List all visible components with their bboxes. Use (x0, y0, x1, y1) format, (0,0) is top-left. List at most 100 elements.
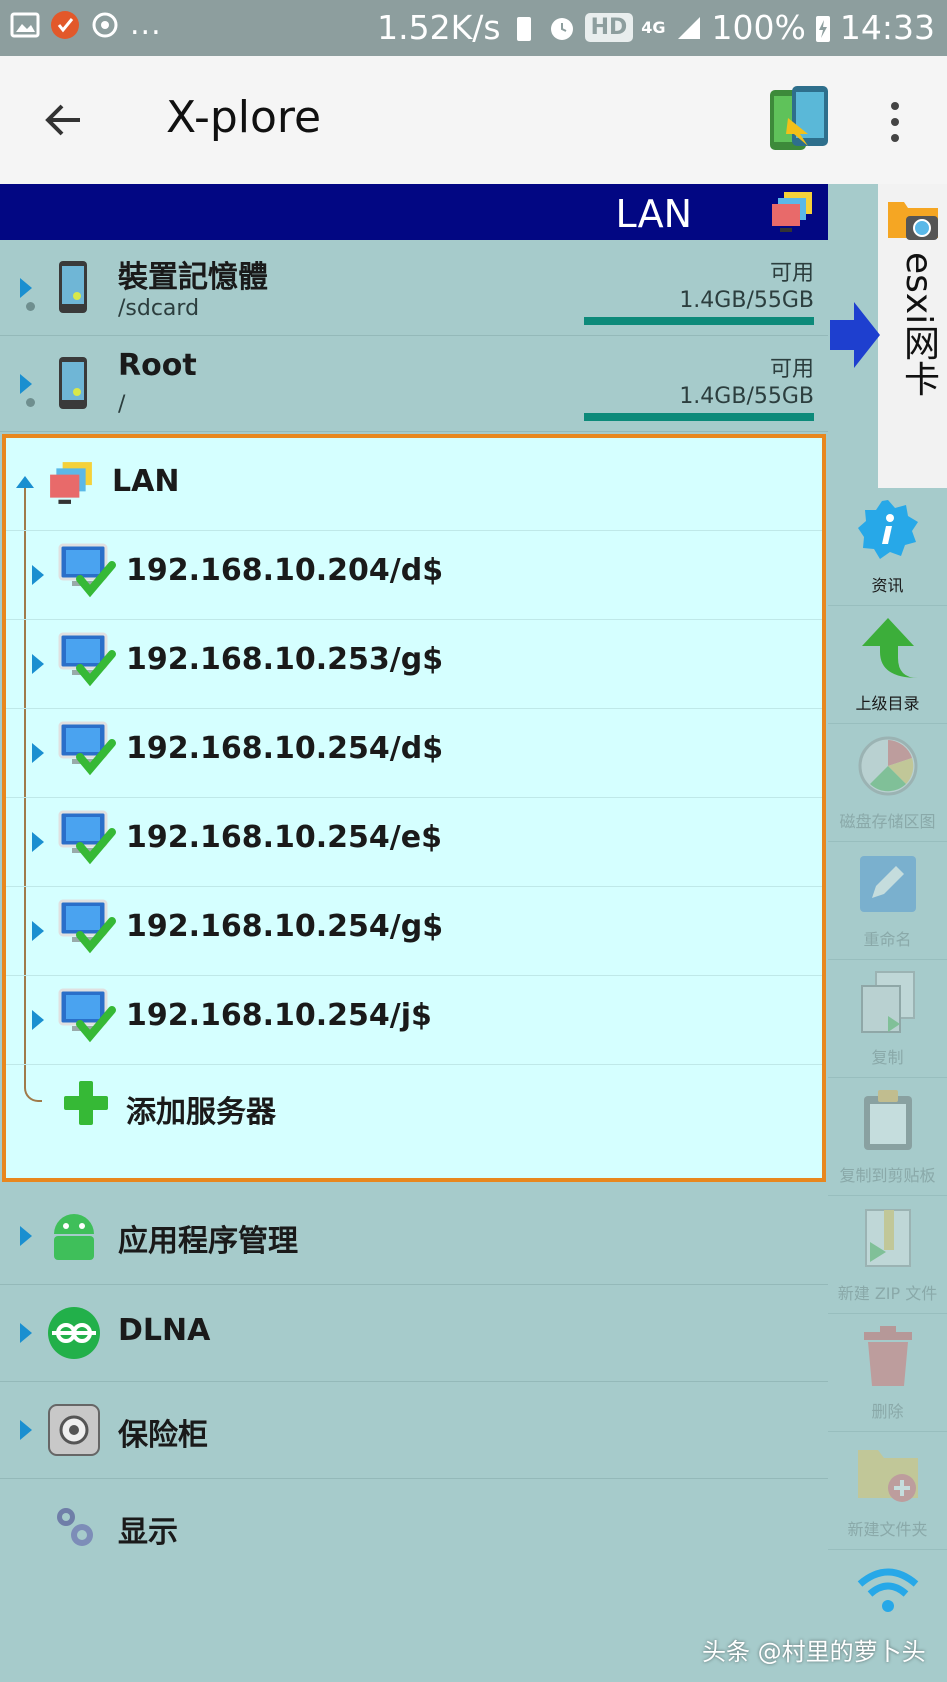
info-label: 资讯 (871, 576, 904, 595)
android-icon (54, 1214, 94, 1260)
expand-arrow-icon[interactable] (32, 832, 44, 852)
app-bar: X-plore (0, 56, 947, 184)
clipboard-icon (864, 1090, 912, 1150)
trash-icon (864, 1326, 912, 1386)
server-row[interactable]: 192.168.10.254/d$ (6, 709, 822, 798)
vault-item[interactable]: 保险柜 (0, 1382, 828, 1479)
network-computer-icon (58, 810, 116, 865)
network-speed: 1.52K/s (377, 8, 501, 47)
network-computer-icon (58, 632, 116, 687)
rename-label: 重命名 (863, 930, 912, 949)
lan-icon (50, 462, 92, 504)
app-manager-label: 应用程序管理 (118, 1224, 298, 1259)
expand-arrow-icon[interactable] (20, 374, 32, 394)
rename-icon (860, 856, 916, 912)
pane-switch-arrow-icon[interactable] (830, 300, 880, 370)
display-label: 显示 (118, 1515, 178, 1550)
server-row[interactable]: 192.168.10.204/d$ (6, 531, 822, 620)
expand-arrow-icon[interactable] (32, 565, 44, 585)
add-icon (64, 1081, 108, 1125)
new-folder-icon (858, 1450, 918, 1502)
rename-button[interactable]: 重命名 (828, 842, 947, 960)
delete-label: 删除 (871, 1402, 904, 1421)
phone-storage-icon (59, 261, 87, 313)
available-label: 可用 (769, 261, 814, 286)
second-pane-tab[interactable]: esxi网卡 (878, 184, 947, 488)
expand-arrow-icon[interactable] (32, 743, 44, 763)
server-row[interactable]: 192.168.10.254/j$ (6, 976, 822, 1065)
lan-icon (772, 192, 812, 232)
info-button[interactable]: 资讯 (828, 488, 947, 606)
disk-map-button[interactable]: 磁盘存储区图 (828, 724, 947, 842)
watermark: 头条 @村里的萝卜头 (702, 1638, 926, 1666)
phone-storage-icon (59, 357, 87, 409)
storage-name: 裝置記憶體 (118, 260, 268, 295)
add-server-label: 添加服务器 (126, 1095, 276, 1130)
copy-button[interactable]: 复制 (828, 960, 947, 1078)
expand-arrow-icon[interactable] (20, 1323, 32, 1343)
disk-map-icon (858, 736, 918, 796)
server-path: 192.168.10.253/g$ (126, 642, 444, 677)
dlna-icon (48, 1307, 100, 1359)
new-zip-button[interactable]: 新建 ZIP 文件 (828, 1196, 947, 1314)
network-computer-icon (58, 988, 116, 1043)
network-type: 4G (641, 18, 666, 37)
safe-icon (48, 1404, 100, 1456)
status-bar: ... 1.52K/s HD 4G 100% 14:33 (0, 0, 947, 56)
storage-available: 可用 1.4GB/55GB (679, 356, 814, 410)
folder-camera-icon (888, 202, 938, 240)
storage-name: Root (118, 348, 197, 383)
delete-button[interactable]: 删除 (828, 1314, 947, 1432)
device-transfer-icon[interactable] (768, 84, 832, 156)
file-panel: LAN 裝置記憶體 /sdcard 可用 1.4GB/55GB Root / 可… (0, 184, 828, 1682)
lan-section: LAN 192.168.10.204/d$ 192.168.10.253/g$ 19… (2, 434, 826, 1182)
copy-clipboard-button[interactable]: 复制到剪贴板 (828, 1078, 947, 1196)
parent-dir-label: 上级目录 (855, 694, 920, 713)
lan-header[interactable]: LAN (6, 438, 822, 531)
app-manager-item[interactable]: 应用程序管理 (0, 1188, 828, 1285)
server-row[interactable]: 192.168.10.253/g$ (6, 620, 822, 709)
new-zip-label: 新建 ZIP 文件 (837, 1284, 938, 1303)
dot-indicator (26, 302, 35, 311)
network-computer-icon (58, 899, 116, 954)
overflow-menu-icon[interactable] (880, 100, 910, 144)
expand-arrow-icon[interactable] (32, 1010, 44, 1030)
hd-badge: HD (584, 13, 634, 42)
app-badge-icon (51, 11, 79, 39)
expand-arrow-icon[interactable] (32, 921, 44, 941)
add-server-row[interactable]: 添加服务器 (6, 1065, 822, 1175)
parent-dir-button[interactable]: 上级目录 (828, 606, 947, 724)
server-row[interactable]: 192.168.10.254/e$ (6, 798, 822, 887)
available-value: 1.4GB/55GB (679, 288, 814, 313)
server-path: 192.168.10.254/g$ (126, 909, 444, 944)
storage-usage-bar (584, 317, 814, 325)
expand-arrow-icon[interactable] (20, 1226, 32, 1246)
battery-percent: 100% (711, 8, 806, 47)
server-path: 192.168.10.204/d$ (126, 553, 444, 588)
wifi-icon (857, 1568, 919, 1612)
action-toolbar: 资讯 上级目录 磁盘存储区图 重命名 复制 复制到剪贴板 新建 ZIP 文件 删… (828, 488, 947, 1682)
server-row[interactable]: 192.168.10.254/g$ (6, 887, 822, 976)
network-computer-icon (58, 721, 116, 776)
storage-item-sdcard[interactable]: 裝置記憶體 /sdcard 可用 1.4GB/55GB (0, 240, 828, 336)
collapse-arrow-icon[interactable] (16, 476, 34, 488)
server-path: 192.168.10.254/e$ (126, 820, 442, 855)
back-arrow-icon[interactable] (40, 96, 88, 144)
copy-icon (861, 971, 915, 1033)
network-computer-icon (58, 543, 116, 598)
storage-item-root[interactable]: Root / 可用 1.4GB/55GB (0, 336, 828, 432)
panel-header: LAN (0, 184, 828, 240)
storage-path: /sdcard (118, 296, 200, 321)
new-folder-button[interactable]: 新建文件夹 (828, 1432, 947, 1550)
clock: 14:33 (839, 8, 935, 47)
alarm-icon (550, 17, 573, 40)
up-arrow-icon (862, 618, 918, 678)
expand-arrow-icon[interactable] (20, 1420, 32, 1440)
lan-title: LAN (112, 464, 180, 499)
expand-arrow-icon[interactable] (32, 654, 44, 674)
expand-arrow-icon[interactable] (20, 278, 32, 298)
display-item[interactable]: 显示 (0, 1479, 828, 1576)
dlna-item[interactable]: DLNA (0, 1285, 828, 1382)
storage-usage-bar (584, 413, 814, 421)
storage-path: / (118, 392, 126, 417)
